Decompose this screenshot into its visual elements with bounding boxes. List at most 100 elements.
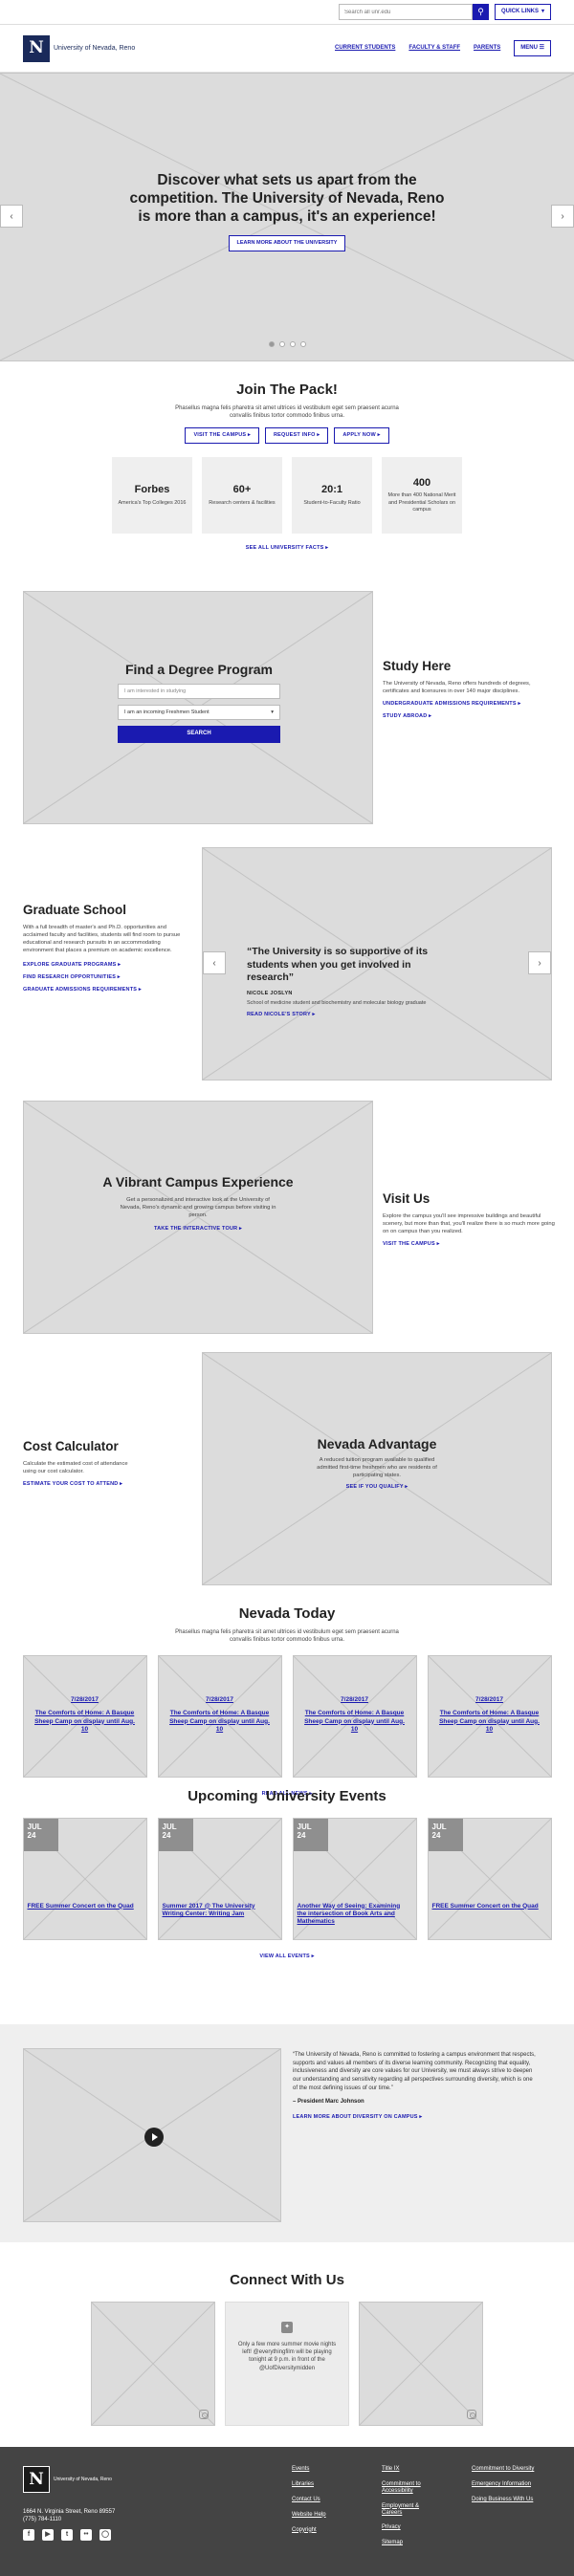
quote-author: NICOLE JOSLYN bbox=[247, 990, 293, 996]
graduate-section: Graduate School With a full breadth of m… bbox=[0, 847, 574, 1101]
footer-link[interactable]: Emergency Information bbox=[472, 2481, 558, 2488]
event-month: JUL bbox=[431, 1822, 447, 1831]
news-title-link[interactable]: The Comforts of Home: A Basque Sheep Cam… bbox=[438, 1710, 541, 1734]
event-date-badge: JUL 24 bbox=[428, 1818, 463, 1851]
footer-link[interactable]: Commitment to Diversity bbox=[472, 2466, 558, 2473]
study-interest-input[interactable]: I am interested in studying bbox=[118, 684, 280, 700]
flickr-icon[interactable]: •• bbox=[80, 2529, 92, 2541]
visit-campus-button[interactable]: VISIT THE CAMPUS bbox=[185, 426, 259, 444]
event-date-badge: JUL 24 bbox=[23, 1818, 58, 1851]
main-nav: CURRENT STUDENTS FACULTY & STAFF PARENTS… bbox=[335, 39, 551, 57]
news-card[interactable]: 7/28/2017 The Comforts of Home: A Basque … bbox=[427, 1654, 552, 1778]
read-story-link[interactable]: READ NICOLE'S STORY bbox=[247, 1012, 315, 1018]
study-here-title: Study Here bbox=[383, 659, 452, 673]
carousel-dot-1[interactable] bbox=[268, 341, 275, 347]
estimate-cost-link[interactable]: ESTIMATE YOUR COST TO ATTEND bbox=[23, 1481, 191, 1488]
footer-link[interactable]: Website Help bbox=[292, 2512, 326, 2519]
play-icon[interactable] bbox=[144, 2128, 164, 2147]
news-date[interactable]: 7/28/2017 bbox=[303, 1696, 407, 1704]
twitter-icon[interactable]: t bbox=[61, 2529, 73, 2541]
carousel-dot-2[interactable] bbox=[278, 341, 285, 347]
all-facts-link[interactable]: SEE ALL UNIVERSITY FACTS bbox=[246, 545, 328, 552]
event-title-link[interactable]: FREE Summer Concert on the Quad bbox=[28, 1903, 141, 1910]
interactive-tour-link[interactable]: TAKE THE INTERACTIVE TOUR bbox=[154, 1226, 242, 1233]
footer-link[interactable]: Copyright bbox=[292, 2527, 326, 2534]
news-card[interactable]: 7/28/2017 The Comforts of Home: A Basque … bbox=[22, 1654, 147, 1778]
news-date[interactable]: 7/28/2017 bbox=[33, 1696, 137, 1704]
news-title-link[interactable]: The Comforts of Home: A Basque Sheep Cam… bbox=[303, 1710, 407, 1734]
event-title-link[interactable]: Another Way of Seeing: Examining the int… bbox=[298, 1903, 410, 1927]
learn-more-button[interactable]: LEARN MORE ABOUT THE UNIVERSITY bbox=[228, 234, 346, 251]
university-logo[interactable]: N University of Nevada, Reno bbox=[23, 34, 135, 62]
event-day: 24 bbox=[297, 1830, 306, 1840]
qualify-link[interactable]: SEE IF YOU QUALIFY bbox=[346, 1484, 408, 1491]
news-title-link[interactable]: The Comforts of Home: A Basque Sheep Cam… bbox=[33, 1710, 137, 1734]
nav-faculty-staff[interactable]: FACULTY & STAFF bbox=[408, 45, 460, 53]
news-card-text: 7/28/2017 The Comforts of Home: A Basque … bbox=[303, 1696, 407, 1735]
join-intro: Phasellus magna felis pharetra sit amet … bbox=[175, 404, 399, 419]
instagram-post[interactable] bbox=[91, 2301, 215, 2426]
footer-link[interactable]: Contact Us bbox=[292, 2497, 326, 2503]
event-card[interactable]: JUL 24 FREE Summer Concert on the Quad bbox=[22, 1817, 147, 1940]
footer-link[interactable]: Libraries bbox=[292, 2481, 326, 2488]
student-type-select[interactable]: I am an incoming Freshmen Student ▾ bbox=[118, 705, 280, 721]
event-title-link[interactable]: FREE Summer Concert on the Quad bbox=[432, 1903, 545, 1910]
visit-campus-link[interactable]: VISIT THE CAMPUS bbox=[383, 1241, 555, 1248]
footer-link[interactable]: Employment & Careers bbox=[382, 2503, 441, 2517]
instagram-icon[interactable]: ◯ bbox=[99, 2529, 111, 2541]
event-title-link[interactable]: Summer 2017 @ The University Writing Cen… bbox=[163, 1903, 276, 1919]
footer-link[interactable]: Sitemap bbox=[382, 2540, 441, 2546]
student-quote: “The University is so supportive of its … bbox=[247, 946, 438, 1018]
footer-link[interactable]: Commitment to Accessibility bbox=[382, 2481, 441, 2495]
explore-grad-programs-link[interactable]: EXPLORE GRADUATE PROGRAMS bbox=[23, 962, 191, 969]
apply-now-button[interactable]: APPLY NOW bbox=[334, 426, 389, 444]
facebook-icon[interactable]: f bbox=[23, 2529, 34, 2541]
twitter-icon: ✦ bbox=[281, 2321, 293, 2333]
n-logo-icon: N bbox=[23, 34, 50, 62]
event-card[interactable]: JUL 24 Another Way of Seeing: Examining t… bbox=[292, 1817, 417, 1940]
nav-current-students[interactable]: CURRENT STUDENTS bbox=[335, 45, 395, 53]
quote-prev-button[interactable]: ‹ bbox=[203, 951, 226, 974]
degree-section: Find a Degree Program I am interested in… bbox=[0, 591, 574, 847]
join-buttons: VISIT THE CAMPUS REQUEST INFO APPLY NOW bbox=[0, 426, 574, 444]
diversity-video[interactable] bbox=[23, 2048, 281, 2222]
study-here-text: The University of Nevada, Reno offers hu… bbox=[383, 680, 531, 694]
view-all-events-link[interactable]: VIEW ALL EVENTS bbox=[259, 1954, 314, 1960]
event-card[interactable]: JUL 24 FREE Summer Concert on the Quad bbox=[427, 1817, 552, 1940]
footer-logo[interactable]: N University of Nevada, Reno bbox=[23, 2466, 112, 2493]
nav-parents[interactable]: PARENTS bbox=[474, 45, 500, 53]
news-title-link[interactable]: The Comforts of Home: A Basque Sheep Cam… bbox=[168, 1710, 272, 1734]
degree-finder-title: Find a Degree Program bbox=[124, 662, 274, 677]
instagram-post[interactable] bbox=[359, 2301, 483, 2426]
footer-link[interactable]: Doing Business With Us bbox=[472, 2497, 558, 2503]
menu-button[interactable]: MENU ☰ bbox=[514, 39, 551, 57]
footer-address: 1664 N. Virginia Street, Reno 89557 (775… bbox=[23, 2508, 115, 2524]
undergrad-admissions-link[interactable]: UNDERGRADUATE ADMISSIONS REQUIREMENTS bbox=[383, 701, 555, 708]
nevada-advantage-text: A reduced tuition program available to q… bbox=[317, 1457, 437, 1479]
graduate-block: Graduate School With a full breadth of m… bbox=[23, 902, 191, 993]
diversity-link[interactable]: LEARN MORE ABOUT DIVERSITY ON CAMPUS bbox=[293, 2114, 422, 2121]
youtube-icon[interactable]: ▶ bbox=[42, 2529, 54, 2541]
news-date[interactable]: 7/28/2017 bbox=[168, 1696, 272, 1704]
news-date[interactable]: 7/28/2017 bbox=[438, 1696, 541, 1704]
cost-calculator-text: Calculate the estimated cost of attendan… bbox=[23, 1460, 128, 1474]
news-card-text: 7/28/2017 The Comforts of Home: A Basque … bbox=[33, 1696, 137, 1735]
study-abroad-link[interactable]: STUDY ABROAD bbox=[383, 713, 555, 720]
footer-link[interactable]: Events bbox=[292, 2466, 326, 2473]
event-card[interactable]: JUL 24 Summer 2017 @ The University Writi… bbox=[157, 1817, 282, 1940]
footer-link[interactable]: Title IX bbox=[382, 2466, 441, 2473]
quote-next-button[interactable]: › bbox=[528, 951, 551, 974]
news-card[interactable]: 7/28/2017 The Comforts of Home: A Basque … bbox=[292, 1654, 417, 1778]
search-input[interactable] bbox=[338, 4, 473, 20]
footer-link[interactable]: Privacy bbox=[382, 2524, 441, 2531]
carousel-dot-4[interactable] bbox=[299, 341, 306, 347]
twitter-post[interactable]: ✦ Only a few more summer movie nights le… bbox=[225, 2301, 349, 2426]
news-card[interactable]: 7/28/2017 The Comforts of Home: A Basque … bbox=[157, 1654, 282, 1778]
request-info-button[interactable]: REQUEST INFO bbox=[264, 426, 329, 444]
degree-search-button[interactable]: SEARCH bbox=[118, 726, 280, 744]
search-button[interactable]: ⚲ bbox=[472, 4, 489, 20]
grad-admissions-link[interactable]: GRADUATE ADMISSIONS REQUIREMENTS bbox=[23, 987, 191, 993]
research-opportunities-link[interactable]: FIND RESEARCH OPPORTUNITIES bbox=[23, 974, 191, 981]
quick-links-button[interactable]: QUICK LINKS ▾ bbox=[494, 4, 551, 20]
carousel-dot-3[interactable] bbox=[289, 341, 296, 347]
